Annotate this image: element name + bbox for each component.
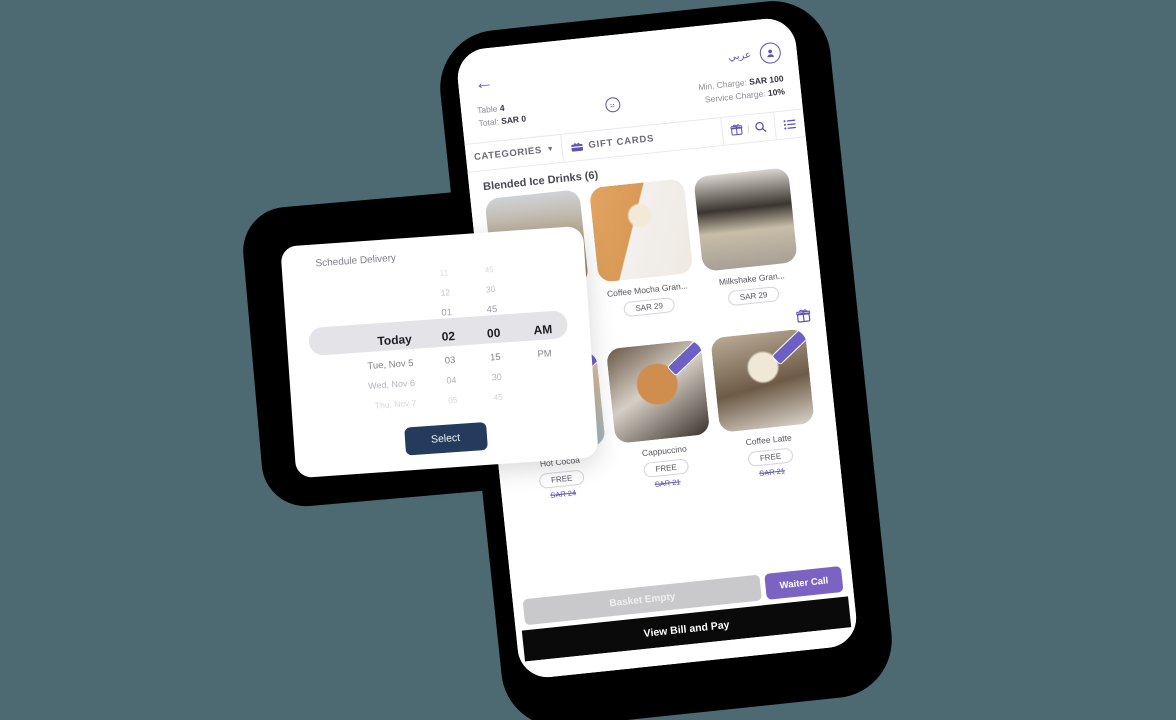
select-button[interactable]: Select — [403, 421, 488, 456]
product-card[interactable]: Milkshake Gran... SAR 29 — [693, 166, 801, 308]
schedule-delivery-dialog: Schedule Delivery 11 45 12 30 01 45 Toda… — [280, 225, 599, 479]
picker-hour: 04 — [446, 374, 457, 386]
product-card[interactable]: Coffee Latte FREE SAR 21 — [710, 327, 820, 481]
header-right-group: عربي — [727, 41, 782, 67]
back-arrow-icon[interactable]: ← — [473, 71, 494, 94]
picker-hour: 01 — [441, 306, 453, 319]
gift-card-icon — [570, 140, 584, 152]
gift-box-icon[interactable] — [796, 307, 811, 323]
picker-minute-selected: 00 — [486, 325, 501, 341]
picker-ampm: PM — [537, 347, 553, 360]
gift-promo-button[interactable]: | — [720, 111, 777, 145]
product-old-price: SAR 24 — [549, 487, 577, 500]
datetime-picker[interactable]: 11 45 12 30 01 45 Today 02 00 AM Tue, No… — [282, 253, 595, 422]
gift-box-icon — [730, 123, 743, 136]
picker-minute: 45 — [484, 264, 494, 275]
picker-date: Thu, Nov 7 — [374, 397, 417, 411]
header-mid — [603, 90, 621, 114]
smile-face-icon[interactable] — [604, 96, 621, 114]
product-price-wrap: FREE SAR 24 — [514, 466, 611, 503]
search-icon[interactable] — [754, 120, 767, 133]
user-avatar-icon[interactable] — [758, 41, 782, 65]
product-old-price: SAR 21 — [654, 476, 681, 489]
picker-ampm — [521, 392, 574, 396]
product-price[interactable]: FREE — [538, 468, 585, 489]
product-card[interactable]: Coffee Mocha Gran... SAR 29 — [588, 177, 697, 319]
waiter-call-button[interactable]: Waiter Call — [764, 565, 844, 600]
picker-ampm-selected: AM — [533, 322, 553, 338]
charges-info: Min. Charge: SAR 100 Service Charge: 10% — [698, 72, 786, 106]
service-charge-value: 10% — [767, 86, 786, 98]
picker-minute: 15 — [489, 351, 502, 363]
gift-cards-label: GIFT CARDS — [587, 132, 655, 151]
picker-date — [302, 294, 423, 302]
language-toggle[interactable]: عربي — [728, 49, 752, 62]
toolbar-divider: | — [746, 123, 751, 134]
picker-minute: 30 — [491, 371, 503, 383]
product-price[interactable]: FREE — [642, 457, 690, 478]
promo-ribbon — [666, 338, 711, 376]
product-image — [605, 338, 711, 444]
categories-label: CATEGORIES — [473, 144, 543, 163]
product-old-price: SAR 21 — [758, 465, 786, 478]
picker-hour: 12 — [440, 287, 451, 298]
picker-ampm — [512, 264, 565, 268]
product-card[interactable]: Cappuccino FREE SAR 21 — [605, 338, 716, 492]
product-image — [710, 327, 815, 433]
promo-ribbon — [771, 327, 815, 365]
screenshot-stage: ← عربي Table 4 Total: SAR 0 Min. Charge:… — [0, 0, 1176, 720]
picker-minute: 45 — [493, 391, 504, 403]
product-image — [693, 166, 798, 272]
table-info: Table 4 Total: SAR 0 — [477, 100, 527, 130]
picker-hour: 03 — [444, 354, 456, 367]
dialog-footer: Select — [293, 414, 597, 463]
picker-date-selected: Today — [376, 331, 413, 349]
picker-minute: 30 — [485, 283, 496, 295]
picker-date — [301, 274, 422, 282]
product-price-wrap: FREE SAR 21 — [722, 444, 819, 481]
product-price[interactable]: FREE — [747, 446, 794, 467]
picker-hour: 05 — [447, 394, 458, 406]
picker-ampm — [513, 284, 566, 288]
picker-ampm — [515, 304, 568, 308]
product-price-wrap: FREE SAR 21 — [618, 455, 715, 492]
picker-hour: 11 — [439, 267, 449, 278]
list-view-icon — [783, 118, 797, 130]
picker-date — [304, 314, 425, 322]
product-image — [588, 177, 694, 283]
total-label: Total: — [477, 116, 500, 129]
table-label: Table — [476, 103, 498, 116]
picker-minute: 45 — [486, 303, 498, 316]
chevron-down-icon: ▼ — [546, 145, 555, 153]
list-view-button[interactable] — [774, 109, 806, 139]
picker-hour-selected: 02 — [441, 328, 456, 344]
total-value: SAR 0 — [500, 113, 527, 126]
picker-ampm — [519, 372, 572, 376]
table-value: 4 — [499, 102, 505, 114]
